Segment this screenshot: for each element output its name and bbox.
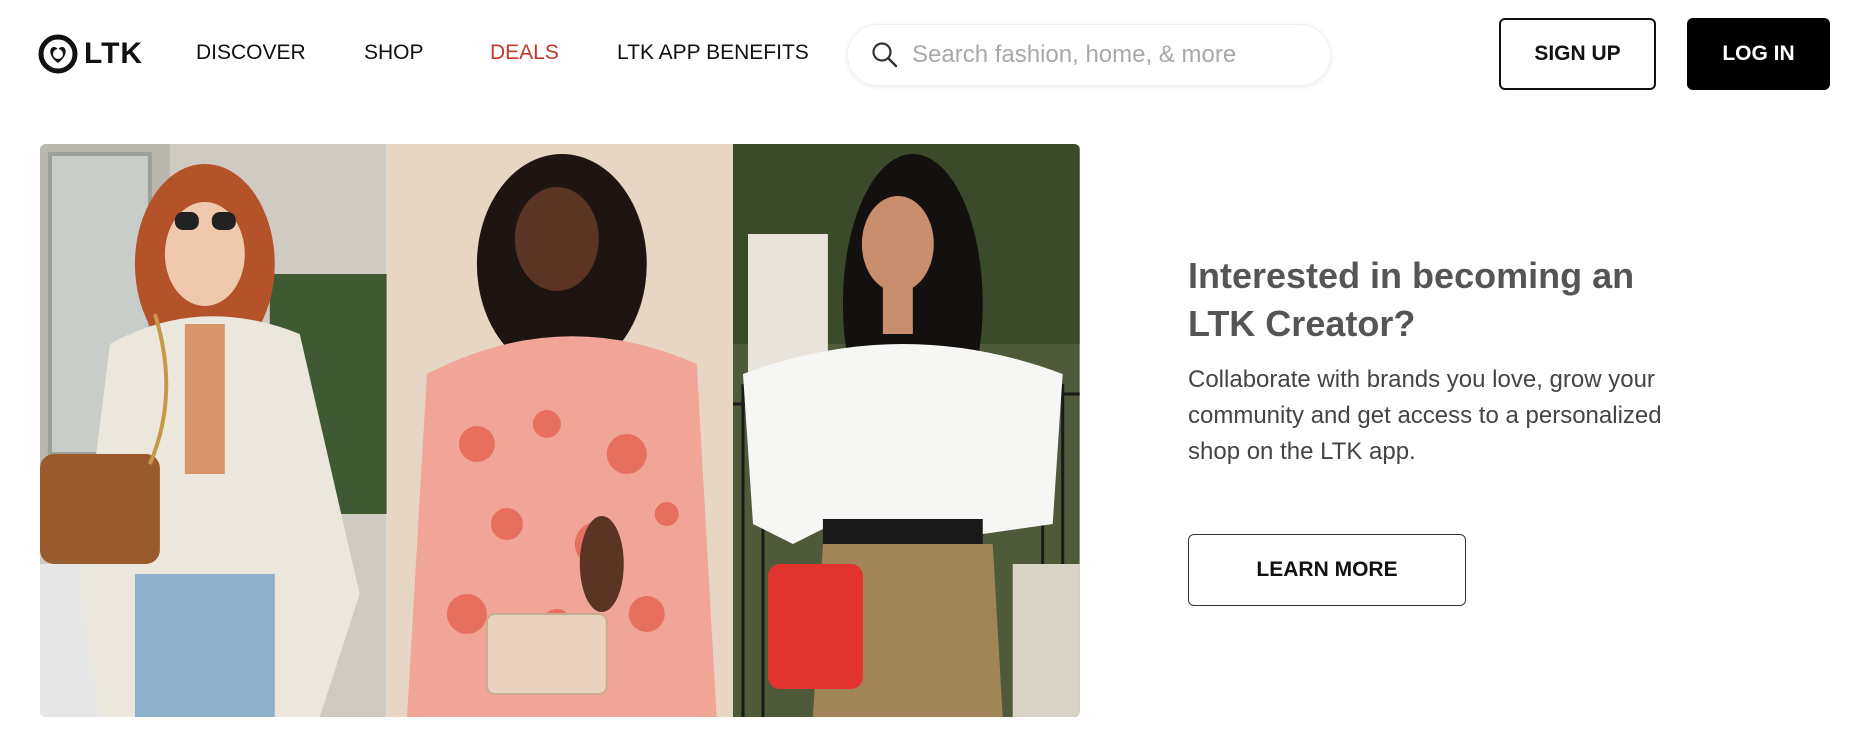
- nav-deals[interactable]: DEALS: [490, 41, 559, 65]
- ltk-heart-logo-icon: [38, 34, 78, 74]
- sign-up-button[interactable]: SIGN UP: [1499, 18, 1656, 90]
- promo-title: Interested in becoming an LTK Creator?: [1188, 255, 1635, 344]
- log-in-button[interactable]: LOG IN: [1687, 18, 1830, 90]
- creator-promo: Interested in becoming an LTK Creator? C…: [1188, 252, 1668, 470]
- search-bar[interactable]: [847, 24, 1331, 86]
- site-header: LTK DISCOVER SHOP DEALS LTK APP BENEFITS…: [0, 0, 1865, 108]
- promo-body: Collaborate with brands you love, grow y…: [1188, 366, 1662, 465]
- nav-ltk-app-benefits[interactable]: LTK APP BENEFITS: [617, 41, 809, 65]
- search-icon: [872, 42, 898, 68]
- creator-photo-1: [40, 144, 387, 717]
- ltk-logo[interactable]: LTK: [38, 34, 143, 74]
- search-input[interactable]: [912, 41, 1312, 69]
- learn-more-button[interactable]: LEARN MORE: [1188, 534, 1466, 606]
- nav-shop[interactable]: SHOP: [364, 41, 424, 65]
- creator-hero-images: [40, 144, 1080, 717]
- nav-discover[interactable]: DISCOVER: [196, 41, 306, 65]
- logo-text: LTK: [84, 37, 144, 70]
- creator-photo-3: [733, 144, 1080, 717]
- creator-photo-2: [386, 144, 734, 717]
